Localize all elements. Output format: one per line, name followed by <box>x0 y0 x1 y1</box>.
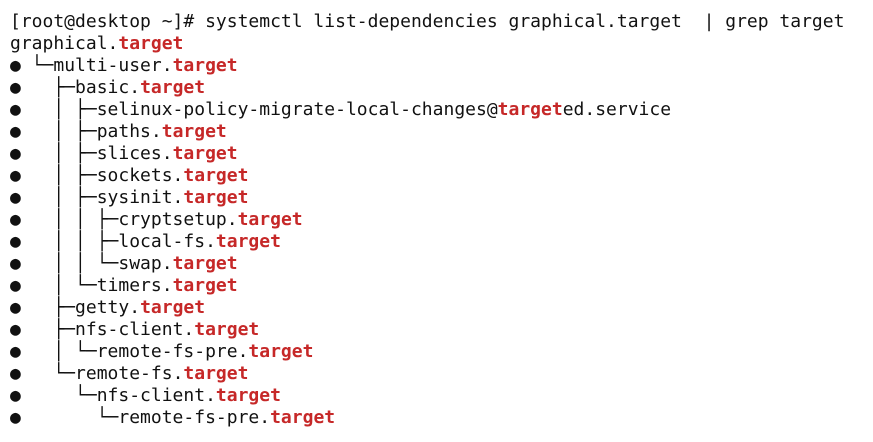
dependency-line: ● │ │ ├─cryptsetup.target <box>10 209 870 231</box>
grep-match: target <box>248 341 314 362</box>
unit-name: swap. <box>118 253 173 274</box>
tree-prefix: ● │ ├─ <box>10 187 97 208</box>
dependency-line: ● ├─basic.target <box>10 77 870 99</box>
tree-prefix: ● └─ <box>10 55 54 76</box>
tree-prefix: ● └─ <box>10 385 97 406</box>
grep-match: target <box>237 209 303 230</box>
unit-name: nfs-client. <box>96 385 216 406</box>
unit-name: selinux-policy-migrate-local-changes@ <box>96 99 498 120</box>
unit-name: remote-fs-pre. <box>118 407 271 428</box>
command-line: [root@desktop ~]# systemctl list-depende… <box>10 11 870 33</box>
dependency-line: ● │ │ ├─local-fs.target <box>10 231 870 253</box>
tree-prefix: ● │ ├─ <box>10 99 97 120</box>
grep-match: target <box>215 385 281 406</box>
tree-prefix: ● ├─ <box>10 319 76 340</box>
unit-name: slices. <box>96 143 173 164</box>
dependency-line: ● ├─nfs-client.target <box>10 319 870 341</box>
dependency-line: ● │ │ └─swap.target <box>10 253 870 275</box>
grep-match: target <box>172 275 238 296</box>
dependency-line: ● └─remote-fs.target <box>10 363 870 385</box>
tree-prefix: ● │ │ └─ <box>10 253 119 274</box>
grep-match: target <box>140 297 206 318</box>
unit-name: getty. <box>75 297 141 318</box>
grep-match: target <box>194 319 260 340</box>
tree-prefix: ● ├─ <box>10 297 76 318</box>
dependency-line: ● │ ├─sysinit.target <box>10 187 870 209</box>
terminal-output[interactable]: [root@desktop ~]# systemctl list-depende… <box>10 11 870 441</box>
grep-match: target <box>183 187 249 208</box>
dependency-line: ● └─multi-user.target <box>10 55 870 77</box>
unit-name: sockets. <box>96 165 184 186</box>
unit-name: sysinit. <box>96 187 184 208</box>
dependency-line: ● │ └─remote-fs-pre.target <box>10 341 870 363</box>
tree-prefix: ● │ ├─ <box>10 165 97 186</box>
tree-prefix: ● └─ <box>10 363 76 384</box>
unit-name: ed.service <box>562 99 672 120</box>
tree-prefix: ● │ │ ├─ <box>10 209 119 230</box>
grep-match: target <box>172 253 238 274</box>
unit-name: paths. <box>96 121 162 142</box>
grep-match: target <box>140 77 206 98</box>
grep-match: target <box>497 99 563 120</box>
unit-name: remote-fs-pre. <box>96 341 249 362</box>
dependency-line: graphical.target <box>10 33 870 55</box>
dependency-line: ● └─remote-fs-pre.target <box>10 407 870 429</box>
dependency-line: ● │ └─timers.target <box>10 275 870 297</box>
grep-match: target <box>161 121 227 142</box>
unit-name: nfs-client. <box>75 319 195 340</box>
grep-match: target <box>118 33 184 54</box>
dependency-line: ● │ ├─selinux-policy-migrate-local-chang… <box>10 99 870 121</box>
dependency-line: ● └─nfs-client.target <box>10 385 870 407</box>
unit-name: multi-user. <box>53 55 173 76</box>
unit-name: timers. <box>96 275 173 296</box>
dependency-line: ● │ ├─paths.target <box>10 121 870 143</box>
tree-prefix: ● ├─ <box>10 77 76 98</box>
tree-prefix: ● └─ <box>10 407 119 428</box>
unit-name: local-fs. <box>118 231 216 252</box>
unit-name: basic. <box>75 77 141 98</box>
dependency-line: ● ├─getty.target <box>10 297 870 319</box>
unit-name: cryptsetup. <box>118 209 238 230</box>
grep-match: target <box>270 407 336 428</box>
grep-match: target <box>183 363 249 384</box>
tree-prefix: ● │ └─ <box>10 341 97 362</box>
dependency-line: ● │ ├─sockets.target <box>10 165 870 187</box>
grep-match: target <box>172 143 238 164</box>
tree-prefix: ● │ ├─ <box>10 121 97 142</box>
tree-prefix: ● │ └─ <box>10 275 97 296</box>
dependency-line: ● │ ├─slices.target <box>10 143 870 165</box>
unit-name: graphical. <box>10 33 119 54</box>
grep-match: target <box>172 55 238 76</box>
grep-match: target <box>183 165 249 186</box>
grep-match: target <box>215 231 281 252</box>
tree-prefix: ● │ ├─ <box>10 143 97 164</box>
tree-prefix: ● │ │ ├─ <box>10 231 119 252</box>
unit-name: remote-fs. <box>75 363 184 384</box>
command-text: [root@desktop ~]# systemctl list-depende… <box>10 11 845 32</box>
